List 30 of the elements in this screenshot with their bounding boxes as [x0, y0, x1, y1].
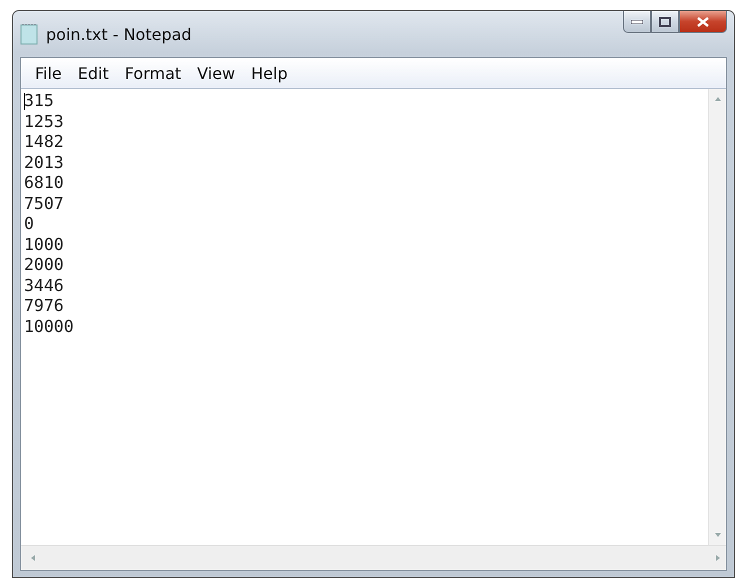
- maximize-button[interactable]: [651, 11, 679, 33]
- menu-item[interactable]: Edit: [70, 64, 117, 82]
- text-line: 2013: [24, 152, 64, 173]
- text-line: 3446: [24, 276, 64, 296]
- text-line: 10000: [24, 316, 74, 337]
- close-button[interactable]: [679, 11, 727, 33]
- minimize-button[interactable]: [623, 11, 651, 33]
- text-line: 1482: [24, 132, 64, 152]
- scroll-right-icon[interactable]: [714, 554, 722, 562]
- text-area[interactable]: 315 1253 1482 2013 6810 7507 0 1000 2000 3446 7976 10000: [21, 89, 708, 545]
- text-line: 7976: [24, 296, 64, 316]
- text-line: 2000: [24, 255, 64, 276]
- close-icon: [697, 16, 709, 26]
- menu-item[interactable]: Help: [243, 64, 296, 82]
- maximize-icon: [659, 16, 671, 26]
- scroll-down-icon[interactable]: [714, 531, 722, 539]
- text-line: 7507: [24, 194, 64, 214]
- scroll-left-icon[interactable]: [29, 554, 37, 562]
- text-line: 6810: [24, 173, 64, 194]
- text-line: 1253: [24, 112, 64, 132]
- menu-item[interactable]: File: [27, 64, 70, 82]
- scroll-up-icon[interactable]: [714, 95, 722, 103]
- text-line: 315: [24, 91, 54, 112]
- menu-item[interactable]: Format: [116, 64, 190, 82]
- window-title: poin.txt - Notepad: [46, 24, 193, 44]
- text-line: 0: [24, 214, 34, 234]
- document-icon: [20, 23, 38, 45]
- menu-item[interactable]: View: [189, 64, 244, 82]
- minimize-icon: [631, 20, 643, 24]
- text-line: 1000: [24, 234, 64, 255]
